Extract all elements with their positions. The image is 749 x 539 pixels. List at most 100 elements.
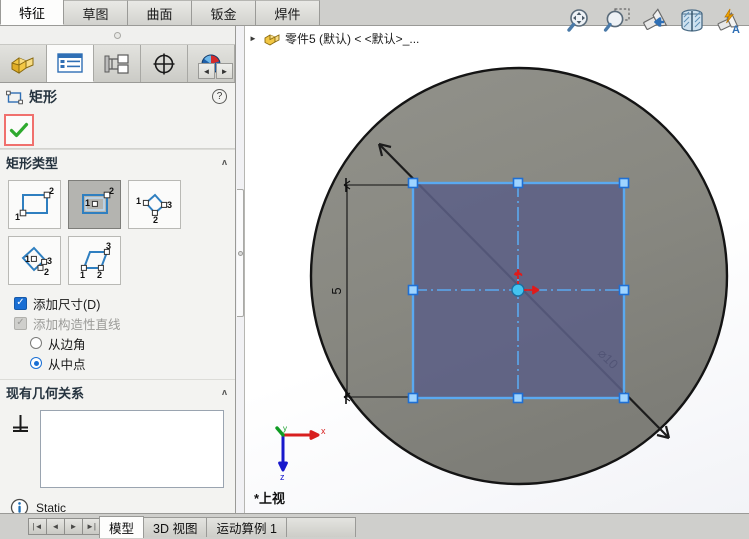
section-view-button[interactable] <box>675 5 708 38</box>
three-point-center-rectangle-icon: 1 3 2 <box>21 246 52 277</box>
ribbon-tab-label: 特征 <box>18 5 45 21</box>
svg-text:2: 2 <box>49 186 54 196</box>
splitter-handle-dot[interactable] <box>238 251 243 256</box>
panel-tabs-scroll-left-button[interactable]: ◄ <box>198 63 215 79</box>
svg-text:1: 1 <box>85 198 90 208</box>
rectangle-type-buttons: 1 2 1 2 1 3 2 1 3 2 1 2 3 <box>0 174 220 289</box>
help-icon[interactable]: ? <box>212 89 227 104</box>
page-title: 矩形 <box>29 89 57 105</box>
help-glyph: ? <box>216 91 223 102</box>
section-title: 矩形类型 <box>6 155 59 171</box>
section-rectangle-type-header[interactable]: 矩形类型 ᴧ <box>0 150 235 174</box>
tab-display-manager[interactable] <box>141 45 188 82</box>
checkbox-checked-disabled-icon: ✓ <box>14 316 27 330</box>
zoom-to-area-button[interactable] <box>601 5 634 38</box>
svg-text:2: 2 <box>109 186 114 196</box>
add-dimensions-checkbox[interactable]: ✓ 添加尺寸(D) <box>14 293 235 313</box>
view-orientation-button[interactable]: A <box>712 5 745 38</box>
vertical-dimension-value: 5 <box>329 287 344 294</box>
panel-topbar <box>0 26 235 45</box>
three-point-center-rectangle-button[interactable]: 1 3 2 <box>8 236 61 285</box>
nav-next-button[interactable]: ► <box>64 518 82 535</box>
ribbon-tab-label: 草图 <box>82 6 109 22</box>
nav-last-icon: ►| <box>86 522 96 531</box>
nav-prev-button[interactable]: ◄ <box>46 518 64 535</box>
view-toolbar: A <box>564 1 745 41</box>
from-corner-label: 从边角 <box>48 337 86 352</box>
chevron-up-icon: ᴧ <box>221 157 227 167</box>
panel-tab-strip: ◄ ► <box>0 45 235 83</box>
ribbon-tab-sketch[interactable]: 草图 <box>64 0 128 25</box>
svg-text:2: 2 <box>97 270 102 280</box>
panel-tabs-scroll-right-button[interactable]: ► <box>216 63 233 79</box>
previous-view-button[interactable] <box>638 5 671 38</box>
doc-tab-motion-study[interactable]: 运动算例 1 <box>206 516 287 537</box>
part-icon <box>264 33 280 46</box>
svg-text:1: 1 <box>15 212 20 222</box>
doc-tab-label: 3D 视图 <box>153 521 198 536</box>
triad-x-label: x <box>321 426 326 436</box>
feature-manager-icon <box>11 56 34 74</box>
auto-hide-pin-icon[interactable] <box>114 32 121 39</box>
tab-nav-buttons: |◄ ◄ ► ►| <box>28 518 100 535</box>
corner-rectangle-icon: 1 2 <box>15 186 54 222</box>
add-construction-lines-label: 添加构造性直线 <box>33 317 121 332</box>
property-action-bar <box>0 111 235 149</box>
property-header: 矩形 ? <box>0 83 235 111</box>
rectangle-icon <box>6 90 23 104</box>
section-rectangle-type: 矩形类型 ᴧ 1 2 1 2 1 3 2 1 3 2 1 2 3 ✓ 添加尺寸(… <box>0 149 235 379</box>
view-orientation-label: *上视 <box>254 491 286 506</box>
doc-tab-3dviews[interactable]: 3D 视图 <box>143 516 208 537</box>
checkbox-checked-icon: ✓ <box>14 296 27 310</box>
tab-property-manager[interactable] <box>47 45 94 82</box>
add-construction-lines-checkbox[interactable]: ✓ 添加构造性直线 <box>14 313 235 333</box>
from-midpoints-radio[interactable]: 从中点 <box>14 353 235 373</box>
parallelogram-button[interactable]: 1 2 3 <box>68 236 121 285</box>
panel-splitter[interactable] <box>236 26 245 513</box>
nav-first-button[interactable]: |◄ <box>28 518 46 535</box>
panel-tab-scroll-buttons: ◄ ► <box>198 63 233 79</box>
ribbon-tab-weldments[interactable]: 焊件 <box>256 0 320 25</box>
doc-tab-filler <box>285 516 356 537</box>
document-tab-bar: |◄ ◄ ► ►| 模型 3D 视图 运动算例 1 <box>0 513 749 539</box>
breadcrumb[interactable]: ► 零件5 (默认) < <默认>_... <box>248 29 419 47</box>
existing-relations-body <box>0 404 235 492</box>
parallelogram-icon: 1 2 3 <box>80 242 111 280</box>
ribbon-tab-surfaces[interactable]: 曲面 <box>128 0 192 25</box>
doc-tab-label: 运动算例 1 <box>216 521 277 536</box>
three-point-corner-rectangle-button[interactable]: 1 3 2 <box>128 180 181 229</box>
nav-prev-icon: ◄ <box>51 522 60 531</box>
doc-tab-model[interactable]: 模型 <box>99 515 145 538</box>
zoom-to-fit-button[interactable] <box>564 5 597 38</box>
display-manager-icon <box>153 53 175 74</box>
ribbon-tab-label: 曲面 <box>146 6 173 22</box>
svg-text:1: 1 <box>80 270 85 280</box>
property-manager-panel: ◄ ► 矩形 ? 矩形类型 ᴧ 1 2 1 2 1 3 2 1 3 2 1 2 … <box>0 26 236 517</box>
ok-button[interactable] <box>4 113 34 146</box>
triad-z-label: z <box>280 472 285 481</box>
existing-relations-list[interactable] <box>40 410 224 488</box>
chevron-right-icon[interactable]: ► <box>248 34 258 43</box>
from-corner-radio[interactable]: 从边角 <box>14 333 235 353</box>
tab-configuration-manager[interactable] <box>94 45 141 82</box>
property-manager-icon <box>57 53 83 73</box>
svg-text:3: 3 <box>167 200 172 210</box>
tab-feature-manager[interactable] <box>0 45 47 82</box>
ribbon-tab-sheetmetal[interactable]: 钣金 <box>192 0 256 25</box>
coordinate-triad: x z y <box>275 425 326 481</box>
ribbon-tab-features[interactable]: 特征 <box>0 0 64 25</box>
check-icon <box>9 122 29 137</box>
radio-unchecked-icon <box>30 337 42 349</box>
corner-rectangle-button[interactable]: 1 2 <box>8 180 61 229</box>
center-rectangle-button[interactable]: 1 2 <box>68 180 121 229</box>
radio-checked-icon <box>30 357 42 369</box>
graphics-viewport[interactable]: ► 零件5 (默认) < <默认>_... 5 x z y *上视 <box>245 26 749 513</box>
section-existing-relations-header[interactable]: 现有几何关系 ᴧ <box>0 380 235 404</box>
svg-text:2: 2 <box>44 267 49 277</box>
section-existing-relations: 现有几何关系 ᴧ Static <box>0 379 235 517</box>
nav-first-icon: |◄ <box>32 522 43 531</box>
triad-y-label: y <box>283 425 287 433</box>
relation-icon <box>8 410 34 436</box>
nav-last-button[interactable]: ►| <box>82 518 100 535</box>
nav-next-icon: ► <box>69 522 78 531</box>
